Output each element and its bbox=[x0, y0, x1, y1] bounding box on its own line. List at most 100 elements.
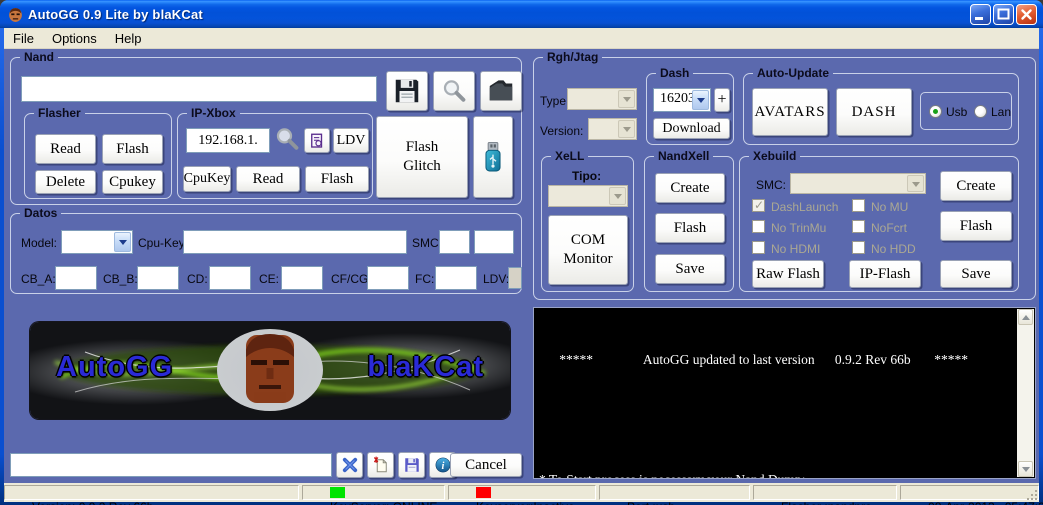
ip-address-input[interactable] bbox=[186, 128, 270, 153]
ip-cpukey-button[interactable]: CpuKey bbox=[183, 166, 231, 192]
auto-update-group: Auto-Update AVATARS DASH Usb Lan bbox=[743, 73, 1019, 145]
dash-add-button[interactable]: + bbox=[714, 88, 730, 112]
maximize-button[interactable] bbox=[993, 4, 1014, 25]
nand-group: Nand bbox=[10, 57, 522, 205]
lan-radio-label[interactable]: Lan bbox=[991, 105, 1011, 119]
save-nand-button[interactable] bbox=[386, 71, 428, 111]
console-scrollbar[interactable] bbox=[1017, 309, 1034, 477]
cf-cg-input[interactable] bbox=[367, 266, 409, 290]
dashlaunch-checkbox[interactable] bbox=[752, 199, 765, 212]
ip-search-button[interactable] bbox=[272, 124, 302, 154]
no-hdd-checkbox[interactable] bbox=[852, 241, 865, 254]
smc-version-input[interactable] bbox=[474, 230, 514, 254]
scroll-down-icon[interactable] bbox=[1018, 461, 1033, 477]
search-nand-button[interactable] bbox=[433, 71, 475, 111]
close-button[interactable] bbox=[1016, 4, 1037, 25]
nand-path-input[interactable] bbox=[21, 76, 377, 102]
model-combobox[interactable] bbox=[61, 230, 133, 254]
cb-a-input[interactable] bbox=[55, 266, 97, 290]
version-label: Version: bbox=[540, 124, 583, 138]
usb-radio-label[interactable]: Usb bbox=[946, 105, 967, 119]
save-log-button[interactable] bbox=[398, 452, 425, 478]
cf-cg-label: CF/CG: bbox=[331, 272, 372, 286]
cd-input[interactable] bbox=[209, 266, 251, 290]
xell-group-title: XeLL bbox=[551, 149, 588, 163]
no-hdmi-checkbox-label[interactable]: No HDMI bbox=[771, 242, 820, 256]
ip-log-button[interactable] bbox=[304, 128, 330, 153]
download-button[interactable]: Download bbox=[653, 118, 730, 139]
status-version: Version: 0.9.2 Rev 66b bbox=[4, 485, 299, 500]
delete-log-button[interactable] bbox=[367, 452, 394, 478]
menu-help[interactable]: Help bbox=[106, 30, 151, 47]
keyserver-inactive-text: Keyserver:Inactive bbox=[476, 500, 575, 505]
cb-b-input[interactable] bbox=[137, 266, 179, 290]
minimize-icon bbox=[971, 5, 990, 24]
auto-update-dash-button[interactable]: DASH bbox=[836, 88, 912, 136]
no-mu-checkbox-label[interactable]: No MU bbox=[871, 200, 908, 214]
keyserver-online-text: KeyServer: ONLINE bbox=[330, 500, 437, 505]
model-label: Model: bbox=[21, 236, 57, 250]
ip-flash-button[interactable]: Flash bbox=[305, 166, 369, 192]
menu-options[interactable]: Options bbox=[43, 30, 106, 47]
no-hdd-checkbox-label[interactable]: No HDD bbox=[871, 242, 916, 256]
dash-version-combobox[interactable]: 16203 bbox=[653, 88, 711, 112]
banner-text-autogg: AutoGG bbox=[56, 351, 173, 384]
nandxell-group: NandXell Create Flash Save bbox=[644, 156, 734, 292]
smc-value-input[interactable] bbox=[439, 230, 470, 254]
lan-radio[interactable] bbox=[974, 105, 987, 118]
clear-button[interactable] bbox=[336, 452, 363, 478]
ldv-field bbox=[508, 267, 522, 289]
ip-read-button[interactable]: Read bbox=[236, 166, 300, 192]
chevron-down-icon[interactable] bbox=[692, 90, 709, 110]
resize-grip[interactable] bbox=[1025, 488, 1038, 501]
status-keyserver-inactive: Keyserver:Inactive bbox=[448, 485, 596, 500]
close-icon bbox=[1017, 5, 1036, 24]
xebuild-flash-button[interactable]: Flash bbox=[940, 211, 1012, 241]
nandxell-save-button[interactable]: Save bbox=[655, 254, 725, 284]
nofcrt-checkbox-label[interactable]: NoFcrt bbox=[871, 221, 907, 235]
flasher-flash-button[interactable]: Flash bbox=[102, 134, 163, 164]
open-folder-button[interactable] bbox=[480, 71, 522, 111]
flasher-group: Flasher Read Flash Delete Cpukey bbox=[24, 113, 172, 199]
no-trinmu-checkbox-label[interactable]: No TrinMu bbox=[771, 221, 826, 235]
xebuild-save-button[interactable]: Save bbox=[940, 260, 1012, 288]
version-combobox bbox=[588, 118, 637, 140]
rgh-jtag-group: Rgh/Jtag Type Version: Dash 16203 + Down… bbox=[533, 57, 1036, 300]
flasher-delete-button[interactable]: Delete bbox=[35, 170, 96, 194]
raw-flash-button[interactable]: Raw Flash bbox=[752, 260, 824, 288]
status-flasher: Flasher :nandpro bbox=[753, 485, 897, 500]
nandxell-flash-button[interactable]: Flash bbox=[655, 213, 725, 243]
usb-radio[interactable] bbox=[929, 105, 942, 118]
flasher-cpukey-button[interactable]: Cpukey bbox=[102, 170, 163, 194]
ldv-button[interactable]: LDV bbox=[333, 128, 369, 153]
cancel-button[interactable]: Cancel bbox=[450, 453, 522, 477]
no-mu-checkbox[interactable] bbox=[852, 199, 865, 212]
cpu-key-input[interactable] bbox=[183, 230, 407, 254]
menu-file[interactable]: File bbox=[4, 30, 43, 47]
flasher-read-button[interactable]: Read bbox=[35, 134, 96, 164]
com-monitor-button[interactable]: COM Monitor bbox=[548, 215, 628, 285]
avatars-button[interactable]: AVATARS bbox=[752, 88, 828, 136]
rgh-jtag-group-title: Rgh/Jtag bbox=[543, 50, 602, 64]
nandxell-create-button[interactable]: Create bbox=[655, 173, 725, 203]
dash-group: Dash 16203 + Download bbox=[646, 73, 734, 145]
scroll-up-icon[interactable] bbox=[1018, 309, 1033, 325]
xebuild-group: Xebuild SMC: Create DashLaunch No MU No … bbox=[739, 156, 1019, 292]
title-bar[interactable]: AutoGG 0.9 Lite by blaKCat bbox=[0, 0, 1043, 28]
minimize-button[interactable] bbox=[970, 4, 991, 25]
usb-dumper-button[interactable] bbox=[473, 116, 513, 198]
ip-flash-xebuild-button[interactable]: IP-Flash bbox=[849, 260, 921, 288]
console-log[interactable]: ***** AutoGG updated to last version 0.9… bbox=[533, 307, 1036, 479]
no-hdmi-checkbox[interactable] bbox=[752, 241, 765, 254]
dashlaunch-checkbox-label[interactable]: DashLaunch bbox=[771, 200, 838, 214]
flash-glitch-button[interactable]: Flash Glitch bbox=[376, 116, 468, 198]
xebuild-create-button[interactable]: Create bbox=[940, 171, 1012, 201]
chevron-down-icon[interactable] bbox=[114, 232, 131, 252]
status-datetime: 08-Apr-2013 05:47:36 bbox=[900, 485, 1039, 500]
fc-input[interactable] bbox=[435, 266, 477, 290]
no-trinmu-checkbox[interactable] bbox=[752, 220, 765, 233]
ce-input[interactable] bbox=[281, 266, 323, 290]
progress-field[interactable] bbox=[10, 453, 332, 477]
nofcrt-checkbox[interactable] bbox=[852, 220, 865, 233]
dash-version-value: 16203 bbox=[660, 91, 695, 107]
